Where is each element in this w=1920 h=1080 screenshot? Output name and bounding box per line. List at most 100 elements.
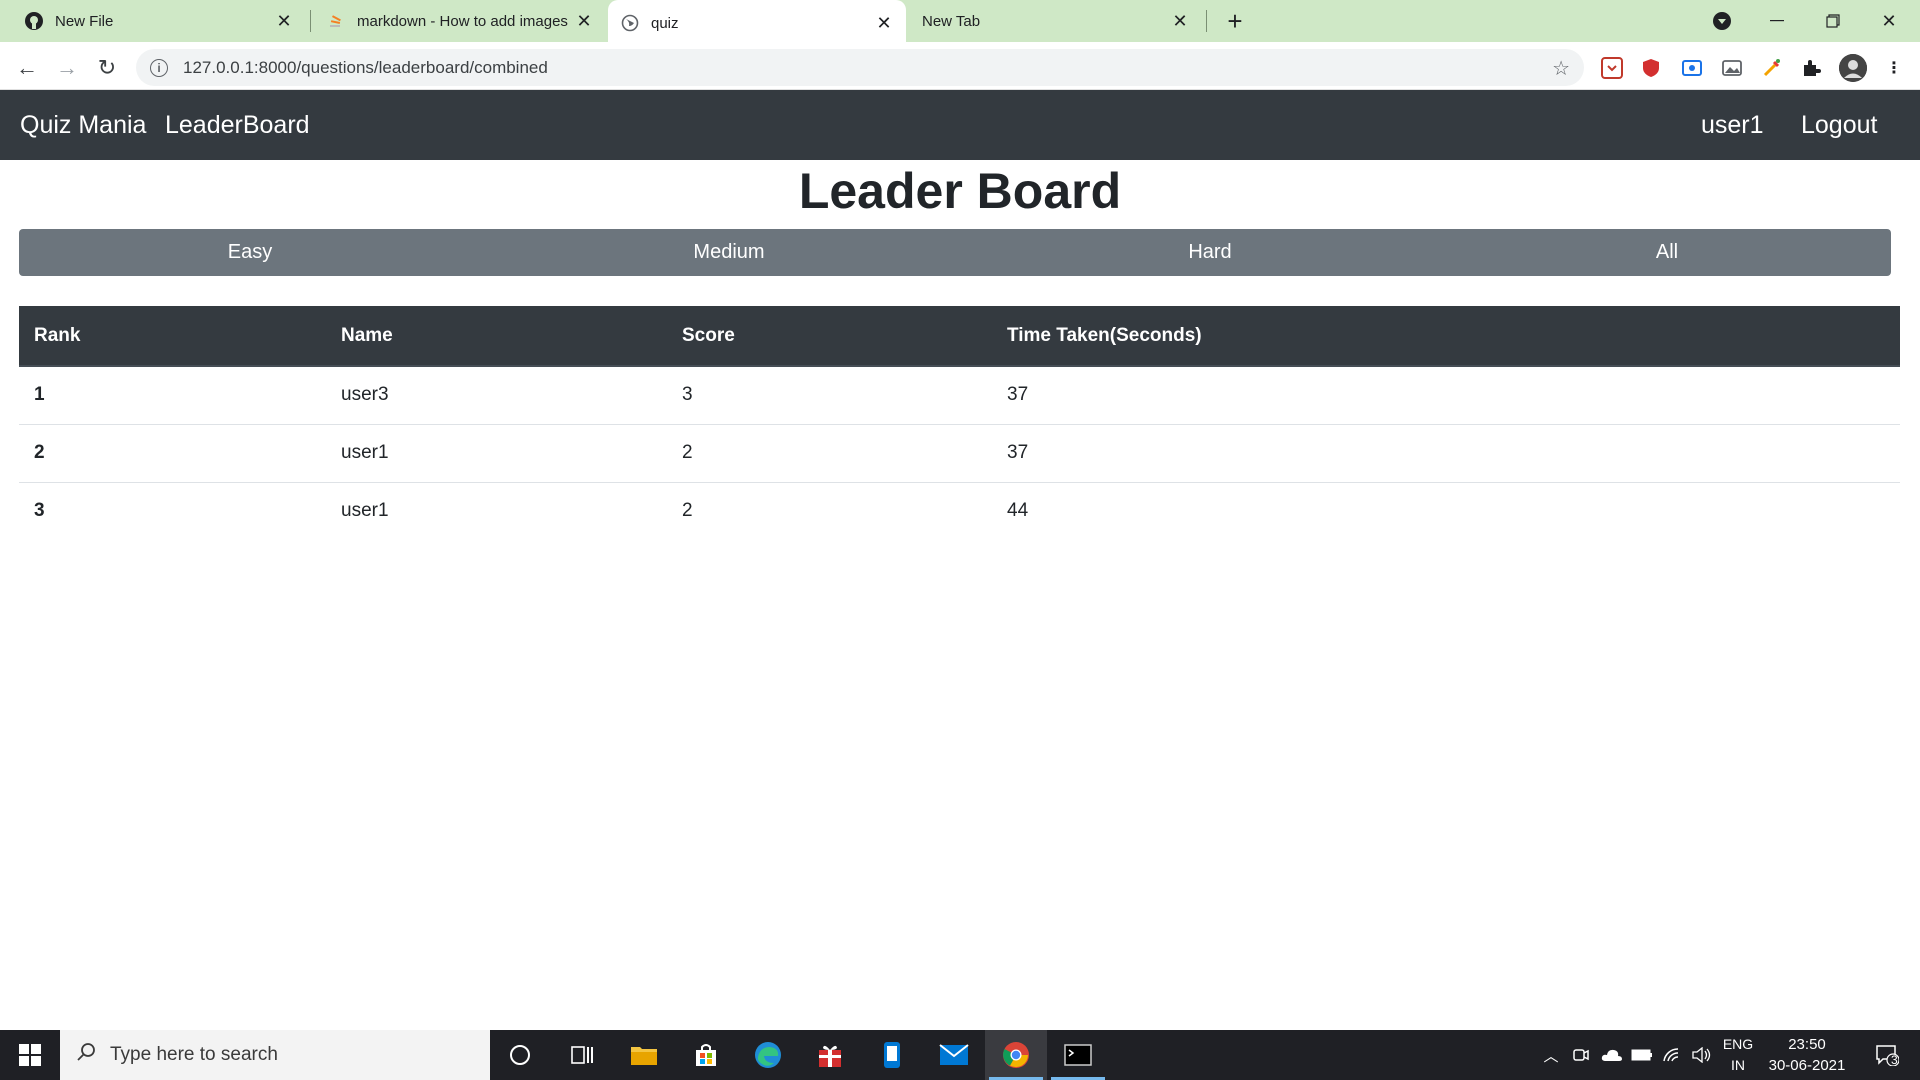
time-cell: 37 (992, 424, 1900, 483)
column-header-time: Time Taken(Seconds) (992, 306, 1900, 367)
tab-title: New Tab (922, 12, 981, 30)
extensions-puzzle-icon[interactable] (1800, 57, 1822, 79)
close-icon[interactable]: ✕ (874, 13, 894, 33)
chrome-icon[interactable] (985, 1030, 1047, 1080)
mail-icon[interactable] (923, 1030, 985, 1080)
meet-now-icon[interactable] (1568, 1030, 1594, 1080)
taskbar-clock[interactable]: 23:50 30-06-2021 (1762, 1034, 1852, 1076)
search-icon (76, 1042, 96, 1068)
close-icon[interactable]: ✕ (574, 11, 594, 31)
tab-separator (310, 10, 311, 32)
time-cell: 44 (1007, 500, 1029, 522)
name-cell: user1 (341, 500, 389, 522)
table-row: 3 user1 2 44 (19, 482, 1900, 540)
brand-link[interactable]: Quiz Mania (20, 90, 146, 160)
show-hidden-icons-chevron-icon[interactable]: ︿ (1538, 1030, 1564, 1080)
reload-icon[interactable]: ↻ (91, 52, 123, 84)
search-placeholder: Type here to search (110, 1044, 278, 1065)
clock-date: 30-06-2021 (1768, 1057, 1846, 1074)
back-arrow-icon[interactable]: ← (11, 52, 43, 84)
edge-icon[interactable] (737, 1030, 799, 1080)
filter-all-button[interactable]: All (1443, 229, 1891, 276)
username-link[interactable]: user1 (1701, 90, 1764, 160)
stackoverflow-icon (326, 11, 346, 31)
phone-app-icon[interactable] (861, 1030, 923, 1080)
terminal-icon[interactable] (1047, 1030, 1109, 1080)
tab-markdown[interactable]: markdown - How to add images ✕ (316, 0, 604, 42)
score-cell: 3 (667, 366, 992, 425)
name-cell: user1 (326, 424, 667, 483)
tab-title: markdown - How to add images (357, 12, 568, 30)
difficulty-filter-bar: Easy Medium Hard All (19, 229, 1891, 276)
column-header-rank: Rank (19, 306, 326, 367)
pocket-extension-icon[interactable] (1601, 57, 1623, 79)
tab-title: quiz (651, 14, 679, 32)
window-close-icon[interactable]: ✕ (1862, 0, 1916, 42)
windows-start-icon[interactable] (0, 1030, 60, 1080)
site-navbar: Quiz Mania LeaderBoard user1 Logout (0, 90, 1920, 160)
tab-search-icon[interactable] (1695, 0, 1749, 42)
page-title: Leader Board (798, 163, 1122, 219)
battery-icon[interactable] (1628, 1030, 1656, 1080)
column-header-score: Score (667, 306, 992, 367)
profile-avatar-icon[interactable] (1839, 54, 1867, 82)
filter-hard-button[interactable]: Hard (977, 229, 1443, 276)
shield-extension-icon[interactable] (1640, 57, 1662, 79)
rank-cell: 1 (19, 366, 326, 425)
close-icon[interactable]: ✕ (274, 11, 294, 31)
filter-easy-button[interactable]: Easy (19, 229, 481, 276)
table-row: 2 user1 2 37 (19, 424, 1900, 483)
restore-icon[interactable] (1806, 0, 1860, 42)
site-info-icon[interactable]: i (150, 58, 168, 77)
notification-count-badge: 3 (1891, 1053, 1898, 1067)
table-row: 1 user3 3 37 (19, 366, 1900, 425)
leaderboard-link[interactable]: LeaderBoard (165, 90, 310, 160)
region-code: IN (1731, 1057, 1745, 1073)
bookmark-star-icon[interactable]: ☆ (1552, 56, 1570, 81)
new-tab-plus-icon[interactable]: + (1222, 6, 1248, 36)
rank-cell: 2 (19, 424, 326, 483)
tab-quiz[interactable]: quiz ✕ (608, 0, 906, 46)
column-header-name: Name (326, 306, 667, 367)
gift-app-icon[interactable] (799, 1030, 861, 1080)
browser-menu-icon[interactable]: ⋮ (1883, 57, 1905, 79)
score-cell: 2 (667, 424, 992, 483)
language-code: ENG (1722, 1036, 1754, 1052)
filter-medium-button[interactable]: Medium (481, 229, 977, 276)
file-explorer-icon[interactable] (613, 1030, 675, 1080)
forward-arrow-icon[interactable]: → (51, 52, 83, 84)
tab-title: New File (55, 12, 114, 30)
onedrive-cloud-icon[interactable] (1598, 1030, 1626, 1080)
close-icon[interactable]: ✕ (1170, 11, 1190, 31)
clock-time: 23:50 (1788, 1036, 1826, 1053)
volume-icon[interactable] (1688, 1030, 1716, 1080)
url-text: 127.0.0.1:8000/questions/leaderboard/com… (183, 57, 548, 77)
browser-toolbar: ← → ↻ i 127.0.0.1:8000/questions/leaderb… (0, 46, 1920, 90)
microsoft-store-icon[interactable] (675, 1030, 737, 1080)
minimize-icon[interactable] (1750, 0, 1804, 42)
cortana-icon[interactable] (489, 1030, 551, 1080)
task-view-icon[interactable] (551, 1030, 613, 1080)
windows-taskbar: Type here to search ︿ ENG IN 23:50 30-06… (0, 1030, 1920, 1080)
globe-icon (620, 13, 640, 33)
color-picker-extension-icon[interactable] (1761, 57, 1783, 79)
language-indicator[interactable]: ENG IN (1718, 1034, 1758, 1076)
table-header-row: Rank Name Score Time Taken(Seconds) (19, 306, 1900, 367)
address-bar[interactable]: i 127.0.0.1:8000/questions/leaderboard/c… (136, 49, 1584, 86)
rank-cell: 3 (34, 500, 45, 522)
github-icon (24, 11, 44, 31)
screen-capture-extension-icon[interactable] (1681, 57, 1703, 79)
tab-new-tab[interactable]: New Tab ✕ (910, 0, 1200, 42)
image-extension-icon[interactable] (1721, 57, 1743, 79)
time-cell: 37 (992, 366, 1900, 425)
notifications-icon[interactable]: 3 (1862, 1030, 1912, 1080)
browser-tab-strip: New File ✕ markdown - How to add images … (0, 0, 1920, 46)
wifi-icon[interactable] (1658, 1030, 1686, 1080)
score-cell: 2 (682, 500, 693, 522)
leaderboard-table: Rank Name Score Time Taken(Seconds) 1 us… (19, 306, 1900, 540)
tab-separator (1206, 10, 1207, 32)
name-cell: user3 (326, 366, 667, 425)
logout-link[interactable]: Logout (1801, 90, 1877, 160)
tab-new-file[interactable]: New File ✕ (14, 0, 304, 42)
taskbar-search-box[interactable]: Type here to search (60, 1030, 490, 1080)
